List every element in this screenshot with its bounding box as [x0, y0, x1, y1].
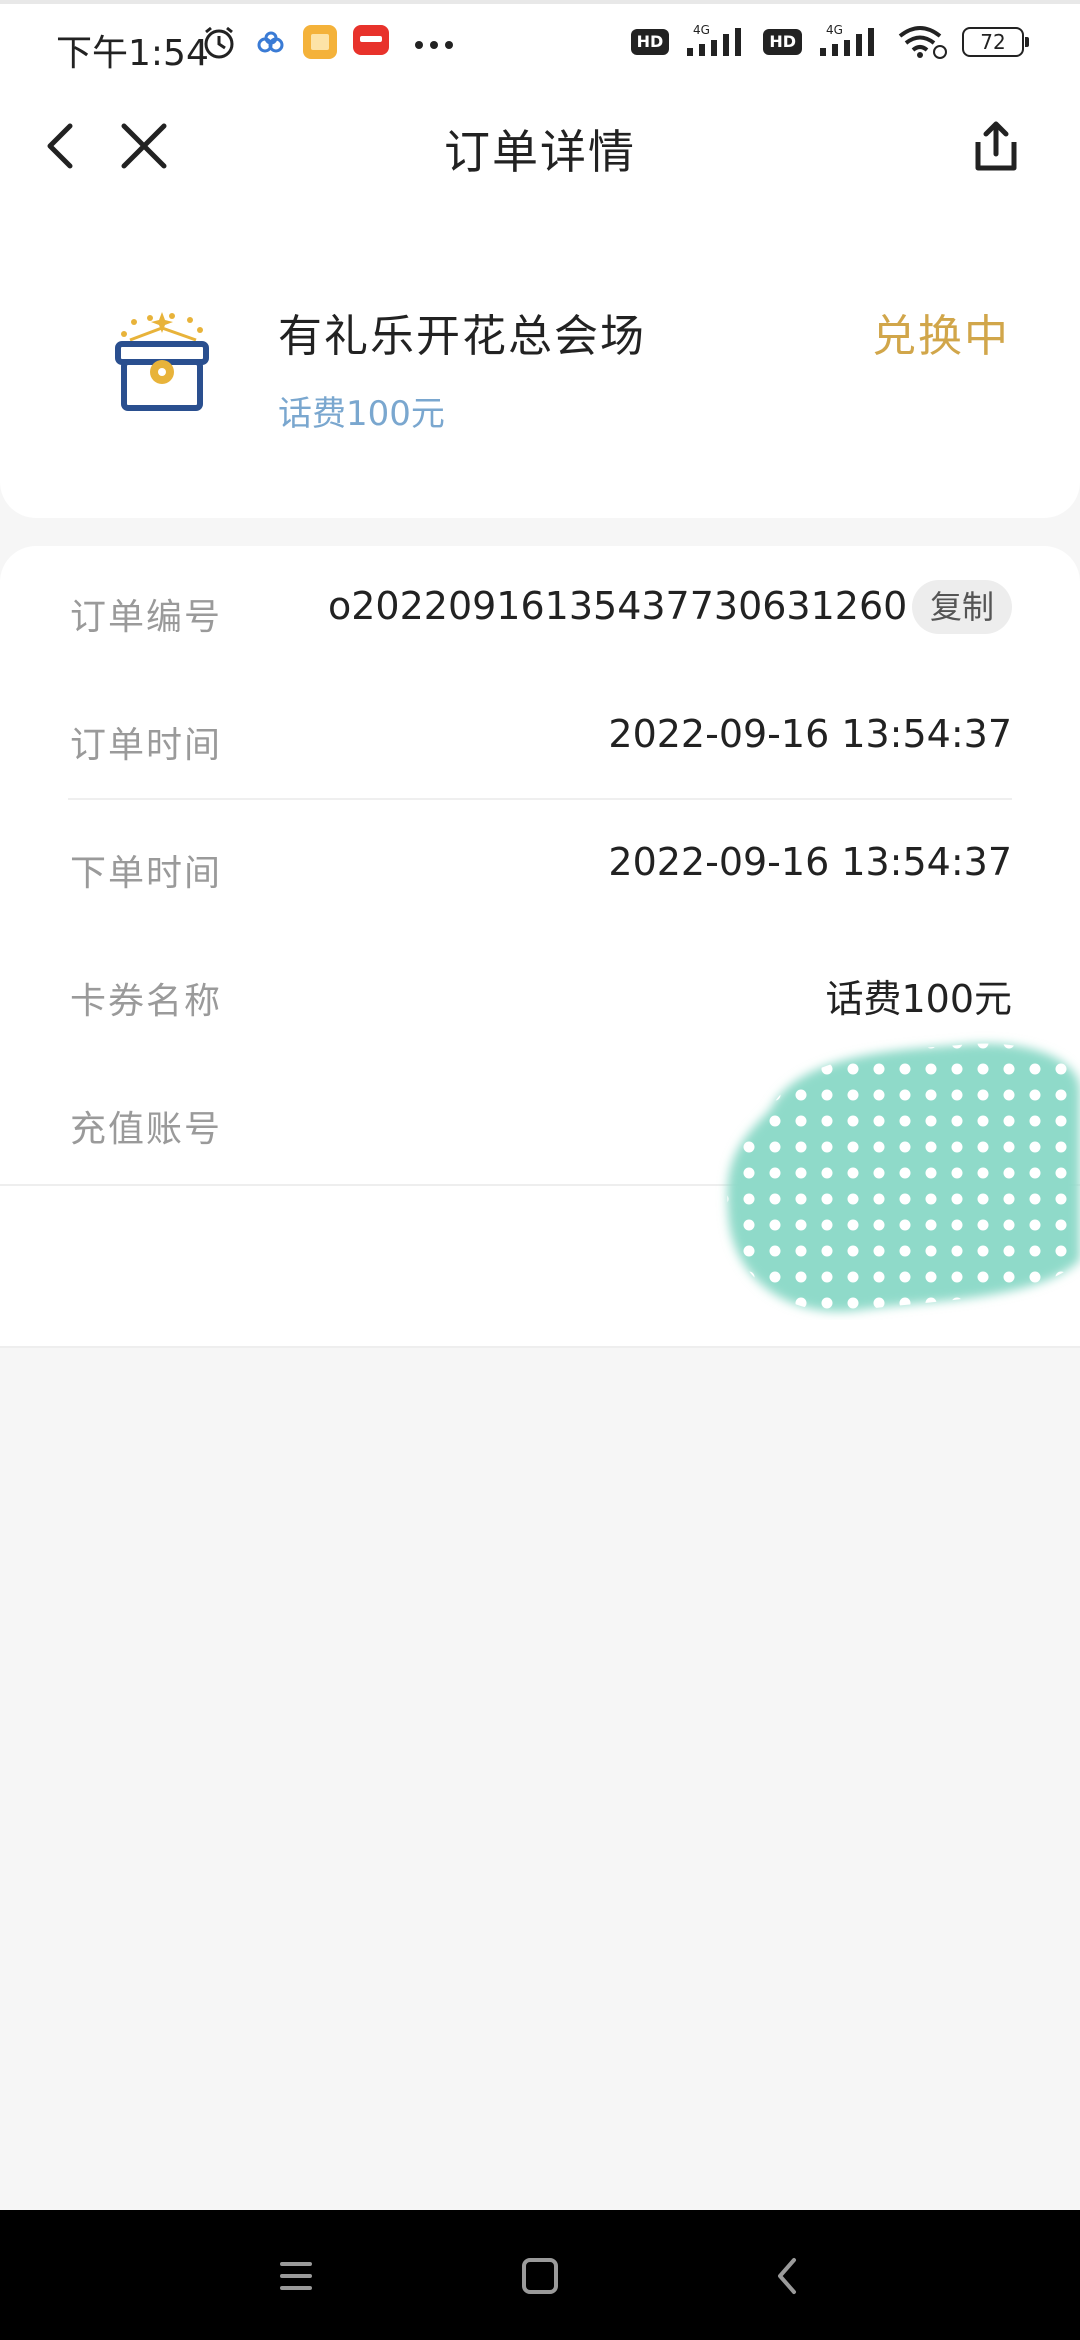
row-card-name: 卡券名称 话费100元	[70, 964, 1012, 1024]
hd-badge-1: HD	[630, 29, 670, 55]
alarm-icon	[204, 26, 234, 59]
back-icon[interactable]	[34, 118, 90, 174]
card-name-value: 话费100元	[825, 977, 1012, 1021]
order-time-label: 订单时间	[70, 725, 223, 766]
place-time-value: 2022-09-16 13:54:37	[608, 840, 1012, 884]
divider	[68, 798, 1012, 800]
signal-icon-2: 4G	[820, 24, 874, 56]
network-type-1: 4G	[693, 24, 710, 37]
share-icon[interactable]	[968, 118, 1024, 174]
order-status: 兑换中	[872, 311, 1010, 362]
navigation-bar: 订单详情	[0, 90, 1080, 200]
order-number-value: o20220916135437730631260	[328, 584, 908, 628]
shopping-app-icon	[353, 25, 389, 55]
cloud-app-icon	[257, 31, 284, 53]
gift-box-icon	[115, 312, 209, 411]
notes-app-icon	[303, 25, 337, 59]
hd-badge-2: HD	[763, 29, 802, 55]
back-nav-icon[interactable]	[760, 2248, 816, 2304]
more-notifications-icon	[415, 41, 453, 49]
venue-name: 有礼乐开花总会场	[278, 311, 646, 362]
place-time-label: 下单时间	[70, 853, 223, 894]
close-icon[interactable]	[116, 118, 172, 174]
system-navigation-bar	[0, 2210, 1080, 2340]
order-number-label: 订单编号	[70, 597, 223, 638]
battery-indicator: 72	[962, 27, 1029, 57]
status-right-group: HD 4G HD 4G 72	[630, 24, 1029, 60]
signal-icon-1: 4G	[687, 24, 742, 56]
network-type-2: 4G	[826, 24, 843, 37]
copy-button[interactable]: 复制	[911, 580, 1012, 634]
card-name-label: 卡券名称	[70, 981, 223, 1022]
status-time: 下午1:54	[56, 33, 209, 74]
wifi-icon	[898, 26, 947, 59]
home-icon[interactable]	[512, 2248, 568, 2304]
redaction-blob	[727, 1043, 1080, 1312]
status-bar: 下午1:54 HD 4G HD 4G 72	[0, 0, 1080, 90]
recharge-account-label: 充值账号	[70, 1109, 223, 1150]
row-place-time: 下单时间 2022-09-16 13:54:37	[70, 836, 1012, 896]
status-bar-edge	[0, 0, 1080, 4]
order-time-value: 2022-09-16 13:54:37	[608, 712, 1012, 756]
menu-icon[interactable]	[268, 2248, 324, 2304]
row-order-time: 订单时间 2022-09-16 13:54:37	[70, 708, 1012, 768]
order-summary-card: 有礼乐开花总会场 话费100元 兑换中	[0, 200, 1080, 518]
product-subtitle: 话费100元	[278, 394, 445, 434]
row-order-number: 订单编号 o20220916135437730631260 复制	[70, 580, 1012, 640]
